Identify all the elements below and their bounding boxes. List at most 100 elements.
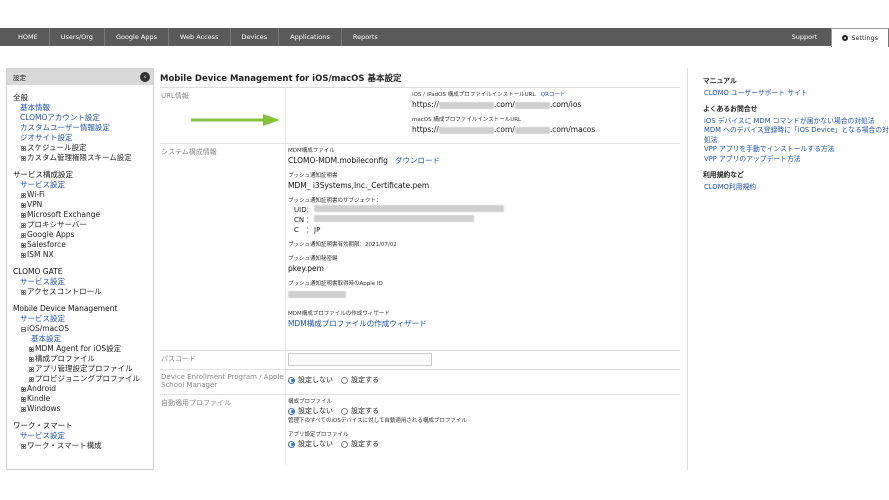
page-title: Mobile Device Management for iOS/macOS 基… xyxy=(160,68,680,88)
sidebar-item-expandable[interactable]: スケジュール設定 xyxy=(13,143,153,153)
sidebar-item-expandable[interactable]: Android xyxy=(13,384,153,394)
radio-selected-icon xyxy=(288,376,295,384)
expand-icon[interactable] xyxy=(29,346,34,352)
expand-icon[interactable] xyxy=(21,242,26,248)
cert-expiry: プッシュ通知証明書有効期限：2021/07/02 xyxy=(288,242,397,248)
faq-link-3[interactable]: VPP アプリを手動でインストールする方法 xyxy=(703,145,889,155)
sidebar-item-expandable[interactable]: iOS/macOS xyxy=(13,324,153,334)
sidebar-item-expandable[interactable]: プロビジョニングプロファイル xyxy=(13,374,153,384)
sidebar-group-title: Mobile Device Management xyxy=(13,304,118,313)
sidebar-item-label: ワーク・スマート構成 xyxy=(27,441,102,450)
radio-empty-icon xyxy=(341,376,348,384)
main-content: Mobile Device Management for iOS/macOS 基… xyxy=(160,68,680,470)
sidebar-item-label: Android xyxy=(27,384,56,393)
auto-app-caption: アプリ設定プロファイル xyxy=(288,432,349,438)
radio-selected-icon xyxy=(288,440,295,448)
sidebar-item-link[interactable]: サービス設定 xyxy=(13,431,153,441)
expand-icon[interactable] xyxy=(21,212,26,218)
radio-selected-icon xyxy=(288,407,295,415)
sidebar-item-expandable[interactable]: ワーク・スマート構成 xyxy=(13,441,153,451)
sidebar-group-title: CLOMO GATE xyxy=(13,267,63,276)
sidebar-item-link[interactable]: サービス設定 xyxy=(13,277,153,287)
chevron-left-icon[interactable]: ‹ xyxy=(140,72,150,82)
sidebar-item-expandable[interactable]: Microsoft Exchange xyxy=(13,210,153,220)
radio-empty-icon xyxy=(341,407,348,415)
qr-code-link[interactable]: QRコード xyxy=(541,92,566,98)
sidebar-item-link[interactable]: サービス設定 xyxy=(13,180,153,190)
nav-web-access[interactable]: Web Access xyxy=(169,28,231,46)
nav-devices[interactable]: Devices xyxy=(231,28,280,46)
sidebar-item-expandable[interactable]: Windows xyxy=(13,404,153,414)
expand-icon[interactable] xyxy=(21,443,26,449)
terms-link[interactable]: CLOMO利用規約 xyxy=(703,183,889,193)
expand-icon[interactable] xyxy=(21,232,26,238)
sidebar-item-expandable[interactable]: MDM Agent for iOS設定 xyxy=(13,344,153,354)
expand-icon[interactable] xyxy=(29,376,34,382)
nav-applications[interactable]: Applications xyxy=(279,28,342,46)
dep-off-option[interactable]: 設定しない xyxy=(288,375,333,386)
wizard-caption: MDM構成プロファイルの作成ウィザード xyxy=(288,311,390,317)
sidebar-item-expandable[interactable]: Google Apps xyxy=(13,230,153,240)
expand-icon[interactable] xyxy=(21,252,26,258)
system-config-label: システム構成情報 xyxy=(161,148,217,156)
sidebar-item-link[interactable]: ジオサイト設定 xyxy=(13,133,153,143)
manual-link[interactable]: CLOMO ユーザーサポート サイト xyxy=(703,89,889,99)
nav-support[interactable]: Support xyxy=(781,28,832,46)
dep-row: Device Enrollment Program / Apple School… xyxy=(160,370,680,395)
sidebar-item-label: Wi-Fi xyxy=(27,190,45,199)
auto-profile-value: 構成プロファイル 設定しない 設定する 管理下のすべてのiOSデバイスに対して自… xyxy=(285,395,680,465)
expand-icon[interactable] xyxy=(21,396,26,402)
download-link[interactable]: ダウンロード xyxy=(395,156,440,165)
dep-on-option[interactable]: 設定する xyxy=(341,375,379,386)
faq-link-2[interactable]: MDM へのデバイス登録時に「iOS Device」となる場合の対処法 xyxy=(703,126,889,145)
sidebar-item-current[interactable]: 基本設定 xyxy=(13,334,153,344)
auto-app-off-option[interactable]: 設定しない xyxy=(288,439,333,450)
nav-users-org[interactable]: Users/Org xyxy=(50,28,105,46)
push-key-file: pkey.pem xyxy=(288,264,324,273)
auto-app-on-option[interactable]: 設定する xyxy=(341,439,379,450)
passcode-input[interactable] xyxy=(288,353,432,366)
expand-icon[interactable] xyxy=(21,192,26,198)
nav-google-apps[interactable]: Google Apps xyxy=(105,28,170,46)
expand-icon[interactable] xyxy=(21,202,26,208)
sidebar-item-link[interactable]: 基本情報 xyxy=(13,103,153,113)
nav-home[interactable]: HOME xyxy=(0,28,50,46)
auto-cfg-off-option[interactable]: 設定しない xyxy=(288,406,333,417)
subject-caption: プッシュ通知証明書のサブジェクト： xyxy=(288,198,382,204)
sidebar-item-expandable[interactable]: Wi-Fi xyxy=(13,190,153,200)
expand-icon[interactable] xyxy=(21,145,26,151)
sidebar-item-label: ISM NX xyxy=(27,250,54,259)
sidebar-item-link[interactable]: カスタムユーザー情報設定 xyxy=(13,123,153,133)
faq-link-4[interactable]: VPP アプリのアップデート方法 xyxy=(703,155,889,165)
sidebar-item-expandable[interactable]: アクセスコントロール xyxy=(13,287,153,297)
nav-reports[interactable]: Reports xyxy=(342,28,389,46)
sidebar-item-expandable[interactable]: Kindle xyxy=(13,394,153,404)
sidebar-item-expandable[interactable]: Salesforce xyxy=(13,240,153,250)
sidebar-item-expandable[interactable]: アプリ管理設定プロファイル xyxy=(13,364,153,374)
faq-link-1[interactable]: iOS デバイスに MDM コマンドが届かない場合の対処法 xyxy=(703,117,889,127)
expand-icon[interactable] xyxy=(21,406,26,412)
sidebar-item-label: アクセスコントロール xyxy=(27,287,102,296)
sidebar-item-expandable[interactable]: VPN xyxy=(13,200,153,210)
expand-icon[interactable] xyxy=(21,155,26,161)
expand-icon[interactable] xyxy=(29,366,34,372)
collapse-icon[interactable] xyxy=(21,326,26,332)
sidebar-item-expandable[interactable]: プロキシサーバー xyxy=(13,220,153,230)
expand-icon[interactable] xyxy=(21,222,26,228)
sidebar-item-expandable[interactable]: カスタム管理権限スキーム設定 xyxy=(13,153,153,163)
auto-cfg-on-option[interactable]: 設定する xyxy=(341,406,379,417)
expand-icon[interactable] xyxy=(21,386,26,392)
sidebar-item-expandable[interactable]: ISM NX xyxy=(13,250,153,260)
sidebar-item-link[interactable]: サービス設定 xyxy=(13,314,153,324)
passcode-value xyxy=(285,351,680,369)
push-cert-caption: プッシュ通知証明書 xyxy=(288,173,338,179)
nav-settings-tab[interactable]: Settings xyxy=(831,28,889,47)
expand-icon[interactable] xyxy=(29,356,34,362)
wizard-link[interactable]: MDM構成プロファイルの作成ウィザード xyxy=(288,318,680,329)
sidebar-item-link[interactable]: CLOMOアカウント設定 xyxy=(13,113,153,123)
ios-url-caption: iOS / iPadOS 構成プロファイルインストールURL xyxy=(412,92,536,98)
expand-icon[interactable] xyxy=(21,289,26,295)
sidebar-title: 設定 xyxy=(13,74,26,82)
subject-uid: UID： xyxy=(288,205,680,215)
sidebar-item-expandable[interactable]: 構成プロファイル xyxy=(13,354,153,364)
